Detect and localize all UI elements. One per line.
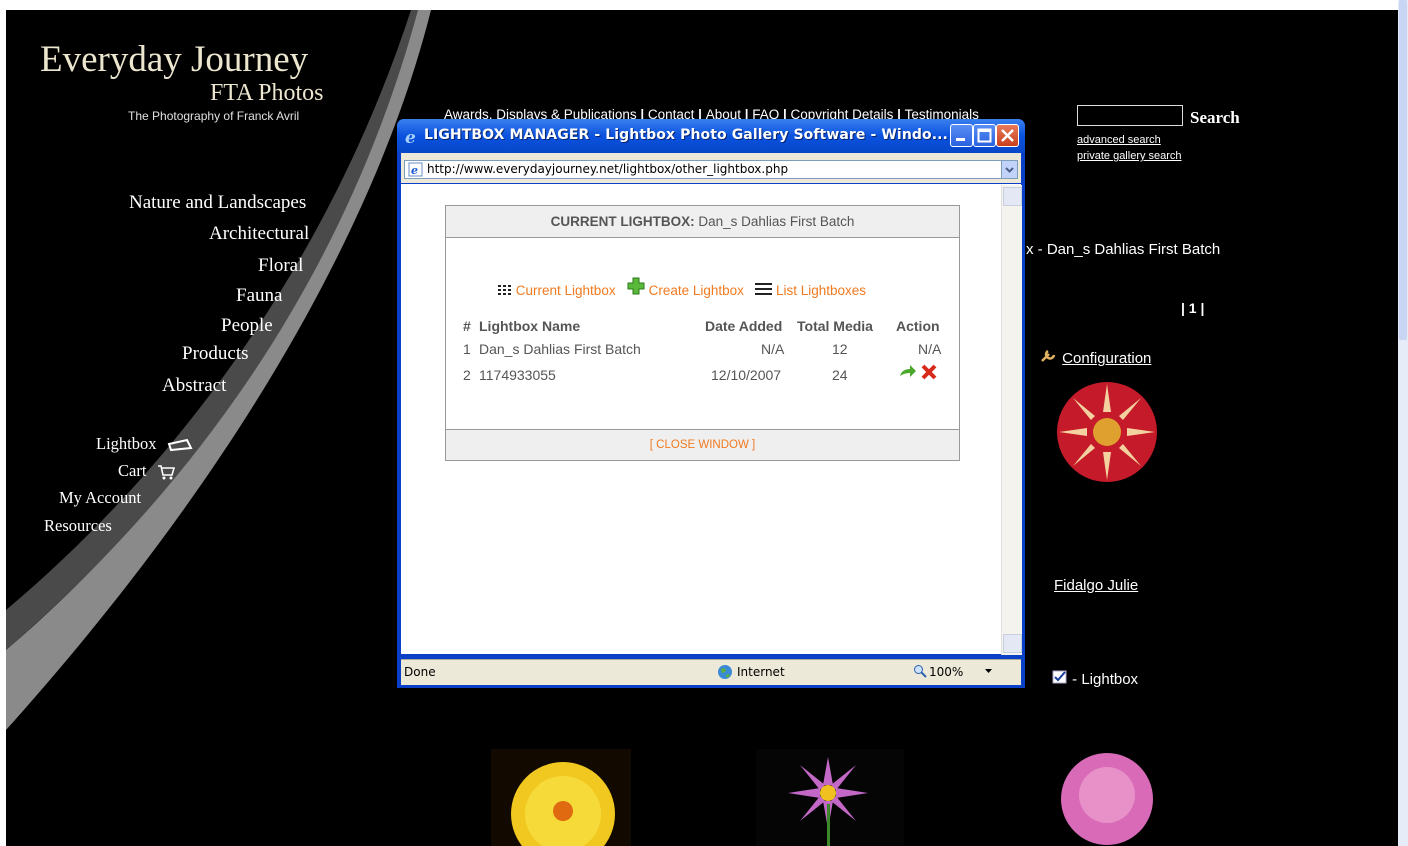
search-input[interactable] [1077, 105, 1183, 126]
row1-num: 1 [463, 341, 471, 357]
scroll-down-button[interactable] [1003, 634, 1022, 653]
list-lightboxes-link[interactable]: List Lightboxes [755, 283, 866, 298]
current-lightbox-value: Dan_s Dahlias First Batch [698, 214, 855, 229]
maximize-icon [977, 128, 992, 143]
col-action-header: Action [896, 318, 940, 334]
wrench-icon [1041, 349, 1056, 362]
page-icon: e [408, 162, 423, 177]
current-lightbox-header: CURRENT LIGHTBOX: Dan_s Dahlias First Ba… [446, 206, 959, 238]
resources-link[interactable]: Resources [44, 516, 112, 536]
nav-architectural[interactable]: Architectural [209, 223, 309, 245]
popup-scrollbar[interactable] [1001, 185, 1022, 655]
dahlia-yellow-thumbnail[interactable] [491, 749, 631, 846]
lightbox-title-fragment: x - Dan_s Dahlias First Batch [1026, 241, 1221, 258]
url-text: http://www.everydayjourney.net/lightbox/… [427, 162, 789, 176]
lightbox-icon [167, 439, 193, 452]
status-bar: Done Internet 100% [401, 659, 1021, 685]
col-total-header: Total Media [797, 318, 873, 334]
zone-text: Internet [737, 665, 785, 679]
url-field[interactable]: e http://www.everydayjourney.net/lightbo… [404, 160, 1018, 179]
nav-abstract[interactable]: Abstract [162, 375, 226, 397]
lightbox-links: Current Lightbox Create Lightbox List Li… [498, 277, 866, 298]
zoom-icon [914, 665, 927, 678]
delete-lightbox-icon[interactable] [921, 364, 937, 380]
site-tagline: The Photography of Franck Avril [128, 109, 300, 123]
configuration-label: Configuration [1062, 350, 1152, 367]
address-bar: e http://www.everydayjourney.net/lightbo… [401, 153, 1021, 183]
photo-name-link[interactable]: Fidalgo Julie [1054, 577, 1138, 594]
minimize-icon [956, 138, 965, 141]
close-icon [1001, 129, 1014, 142]
maximize-button[interactable] [973, 124, 996, 147]
plus-icon [627, 277, 645, 295]
url-dropdown-button[interactable] [1001, 161, 1017, 178]
minimize-button[interactable] [950, 124, 973, 147]
window-title: LIGHTBOX MANAGER - Lightbox Photo Galler… [424, 127, 948, 143]
grid-icon [498, 285, 511, 295]
row1-date: N/A [761, 341, 785, 357]
col-date-header: Date Added [705, 318, 783, 334]
pagination[interactable]: | 1 | [1181, 300, 1204, 316]
cart-icon [157, 465, 175, 480]
dahlia-red-thumbnail[interactable] [1031, 376, 1191, 501]
search-button[interactable]: Search [1190, 108, 1240, 128]
dahlia-pink-star-thumbnail[interactable] [756, 749, 904, 846]
svg-text:e: e [405, 128, 416, 146]
row2-num: 2 [463, 367, 471, 383]
scroll-up-button[interactable] [1003, 187, 1022, 206]
create-lightbox-link[interactable]: Create Lightbox [627, 277, 748, 298]
ie-icon: e [405, 128, 416, 146]
row2-total: 24 [832, 367, 848, 383]
row2-name: 1174933055 [479, 367, 556, 383]
browser-scrollbar[interactable] [1398, 0, 1408, 846]
private-gallery-search-link[interactable]: private gallery search [1077, 150, 1182, 162]
lightbox-check-label: - Lightbox [1072, 671, 1139, 688]
globe-icon [718, 665, 732, 679]
row1-name: Dan_s Dahlias First Batch [479, 341, 641, 357]
dahlia-pink-ball-thumbnail[interactable] [1031, 749, 1171, 846]
nav-products[interactable]: Products [182, 343, 249, 365]
row1-total: 12 [832, 341, 848, 357]
checkbox-icon [1052, 670, 1067, 684]
list-icon [755, 283, 773, 295]
lightbox-link[interactable]: Lightbox [96, 434, 193, 454]
switch-lightbox-icon[interactable] [899, 364, 917, 378]
col-num-header: # [463, 318, 471, 334]
current-lightbox-link[interactable]: Current Lightbox [498, 283, 619, 298]
cart-link-label: Cart [118, 461, 147, 480]
configuration-link[interactable]: Configuration [1040, 347, 1151, 367]
zoom-dropdown-icon[interactable] [985, 669, 992, 674]
cart-link[interactable]: Cart [118, 461, 175, 481]
decorative-swoosh [6, 10, 431, 730]
svg-text:e: e [411, 164, 418, 177]
nav-nature-landscapes[interactable]: Nature and Landscapes [129, 192, 306, 214]
lightbox-link-label: Lightbox [96, 434, 157, 453]
zoom-level[interactable]: 100% [929, 665, 963, 679]
advanced-search-link[interactable]: advanced search [1077, 134, 1161, 146]
nav-floral[interactable]: Floral [258, 255, 303, 277]
close-window-link[interactable]: [ CLOSE WINDOW ] [446, 429, 959, 460]
row1-action: N/A [918, 341, 942, 357]
lightbox-panel: CURRENT LIGHTBOX: Dan_s Dahlias First Ba… [445, 205, 960, 461]
my-account-link[interactable]: My Account [59, 488, 141, 508]
row2-date: 12/10/2007 [711, 367, 782, 383]
nav-fauna[interactable]: Fauna [236, 285, 282, 307]
col-name-header: Lightbox Name [479, 318, 581, 334]
chevron-down-icon [1005, 167, 1014, 173]
nav-people[interactable]: People [221, 315, 273, 337]
site-title: Everyday Journey [40, 39, 309, 80]
lightbox-checkbox[interactable]: - Lightbox [1052, 670, 1138, 688]
site-subtitle: FTA Photos [210, 80, 324, 106]
status-text: Done [404, 665, 436, 679]
close-button[interactable] [996, 124, 1019, 147]
window-titlebar[interactable]: e LIGHTBOX MANAGER - Lightbox Photo Gall… [397, 119, 1025, 153]
current-lightbox-label: CURRENT LIGHTBOX: [550, 214, 695, 229]
